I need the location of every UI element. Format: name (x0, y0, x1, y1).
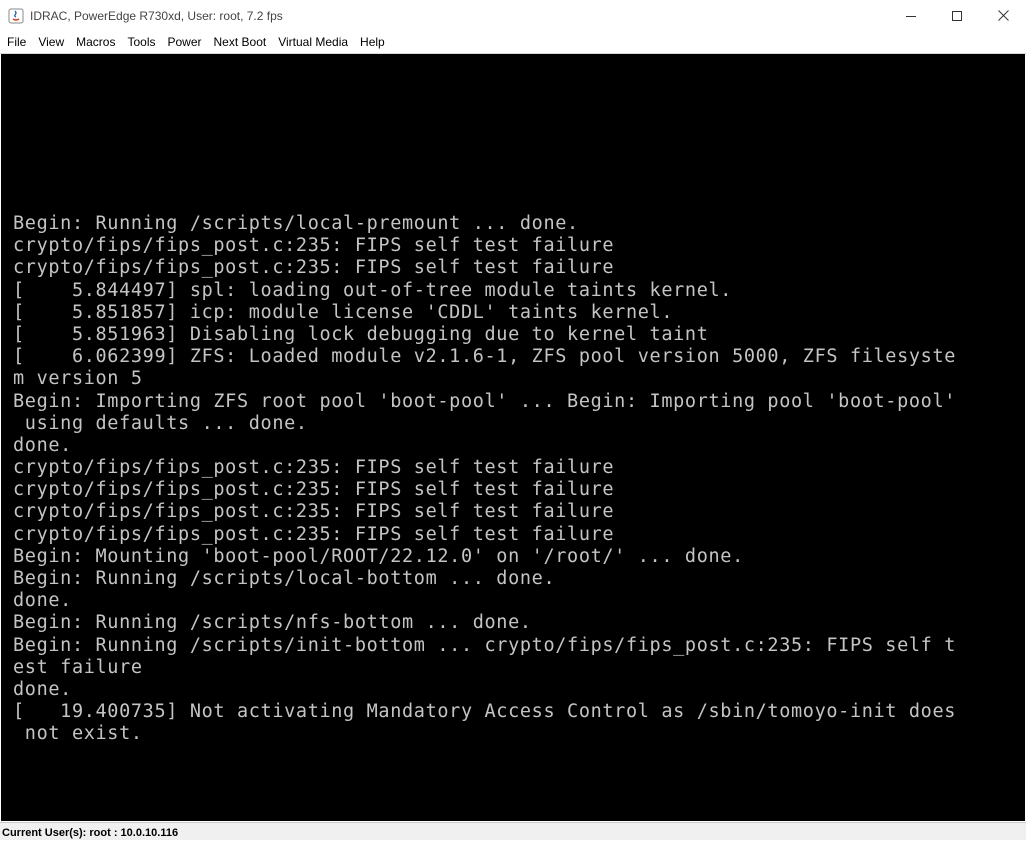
console-line: crypto/fips/fips_post.c:235: FIPS self t… (13, 523, 615, 545)
console-line: [ 5.851857] icp: module license 'CDDL' t… (13, 301, 674, 323)
menu-next-boot[interactable]: Next Boot (208, 31, 273, 53)
console-line: done. (13, 434, 72, 456)
console-line: using defaults ... done. (13, 412, 308, 434)
menu-tools[interactable]: Tools (121, 31, 161, 53)
console-line: Begin: Importing ZFS root pool 'boot-poo… (13, 390, 957, 412)
console-line: Begin: Running /scripts/init-bottom ... … (13, 634, 957, 656)
console-output: Begin: Running /scripts/local-premount .… (13, 213, 956, 746)
console-line: crypto/fips/fips_post.c:235: FIPS self t… (13, 479, 615, 501)
menu-view[interactable]: View (32, 31, 70, 53)
console-line: [ 19.400735] Not activating Mandatory Ac… (13, 701, 957, 723)
menu-bar: File View Macros Tools Power Next Boot V… (0, 31, 1026, 54)
menu-macros[interactable]: Macros (70, 31, 121, 53)
console-line: crypto/fips/fips_post.c:235: FIPS self t… (13, 235, 615, 257)
maximize-icon (952, 10, 962, 21)
console-line: est failure (13, 656, 143, 678)
console-line: Begin: Running /scripts/local-premount .… (13, 213, 579, 234)
close-icon (997, 10, 1009, 21)
minimize-button[interactable] (888, 0, 934, 31)
console-screen[interactable]: Begin: Running /scripts/local-premount .… (1, 54, 1025, 821)
console-line: crypto/fips/fips_post.c:235: FIPS self t… (13, 501, 615, 523)
console-line: crypto/fips/fips_post.c:235: FIPS self t… (13, 257, 615, 279)
menu-file[interactable]: File (0, 31, 32, 53)
console-line: [ 5.851963] Disabling lock debugging due… (13, 323, 709, 345)
java-icon (8, 8, 24, 24)
minimize-icon (906, 15, 916, 17)
menu-help[interactable]: Help (354, 31, 391, 53)
console-line: [ 5.844497] spl: loading out-of-tree mod… (13, 279, 733, 301)
console-line: done. (13, 590, 72, 612)
menu-power[interactable]: Power (162, 31, 208, 53)
console-line: Begin: Mounting 'boot-pool/ROOT/22.12.0'… (13, 545, 744, 567)
menu-virtual-media[interactable]: Virtual Media (272, 31, 354, 53)
maximize-button[interactable] (934, 0, 980, 31)
console-line: Begin: Running /scripts/nfs-bottom ... d… (13, 612, 532, 634)
current-users-status: Current User(s): root : 10.0.10.116 (2, 827, 179, 839)
close-button[interactable] (980, 0, 1026, 31)
window-title: IDRAC, PowerEdge R730xd, User: root, 7.2… (30, 8, 283, 23)
console-line: [ 6.062399] ZFS: Loaded module v2.1.6-1,… (13, 346, 957, 368)
window-controls (888, 0, 1026, 31)
title-bar[interactable]: IDRAC, PowerEdge R730xd, User: root, 7.2… (0, 0, 1026, 31)
status-bar: Current User(s): root : 10.0.10.116 (0, 822, 1026, 840)
console-line: m version 5 (13, 368, 143, 390)
console-line: Begin: Running /scripts/local-bottom ...… (13, 568, 556, 589)
console-line: done. (13, 678, 72, 700)
console-line: crypto/fips/fips_post.c:235: FIPS self t… (13, 457, 615, 479)
console-line: not exist. (13, 723, 143, 745)
